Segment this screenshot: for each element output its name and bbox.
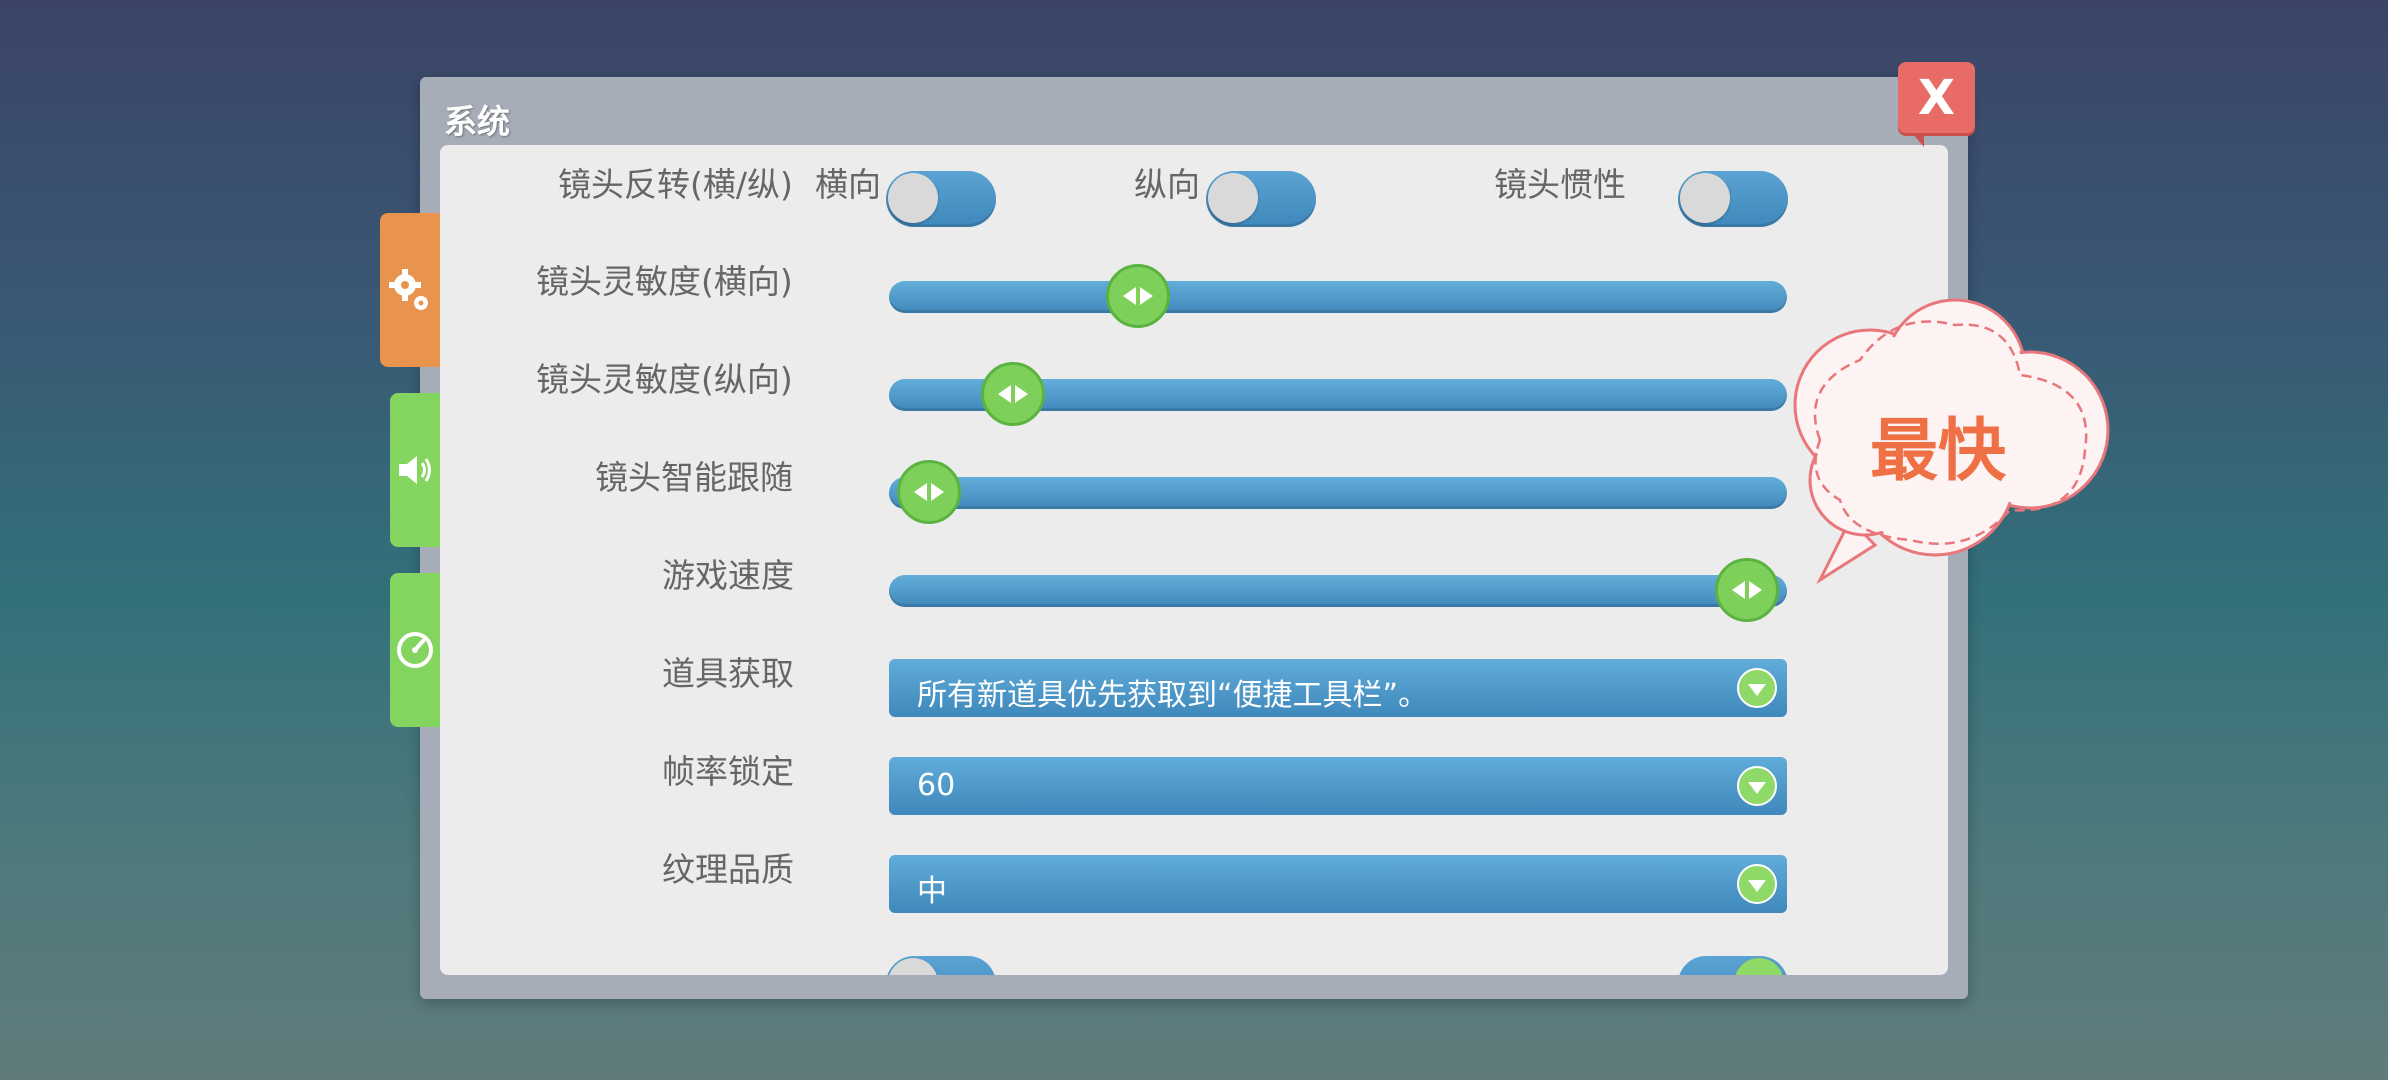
horizontal-invert-label: 横向 xyxy=(815,165,881,204)
close-button[interactable]: X xyxy=(1898,62,1975,147)
smart-follow-slider[interactable] xyxy=(889,460,1787,524)
gauge-icon xyxy=(397,632,433,668)
tab-general[interactable] xyxy=(380,213,440,367)
texture-value: 中 xyxy=(917,874,947,909)
tab-performance[interactable] xyxy=(390,573,440,727)
panel-title: 系统 xyxy=(444,102,510,141)
gears-icon xyxy=(389,269,428,310)
next-row-toggle-left[interactable] xyxy=(886,956,996,975)
tab-sound[interactable] xyxy=(390,393,440,547)
slider-thumb[interactable] xyxy=(980,362,1045,426)
toggle-knob xyxy=(1680,173,1730,223)
sens-v-label: 镜头灵敏度(纵向) xyxy=(536,360,793,399)
vertical-invert-toggle[interactable] xyxy=(1206,171,1316,227)
game-speed-label: 游戏速度 xyxy=(662,556,794,595)
camera-inertia-label: 镜头惯性 xyxy=(1494,165,1626,204)
texture-label: 纹理品质 xyxy=(662,850,794,889)
sens-h-slider[interactable] xyxy=(889,264,1787,328)
item-pickup-value: 所有新道具优先获取到“便捷工具栏”。 xyxy=(917,678,1429,713)
sens-v-slider[interactable] xyxy=(889,362,1787,426)
toggle-knob xyxy=(1734,958,1784,975)
vertical-invert-label: 纵向 xyxy=(1134,165,1200,204)
slider-thumb[interactable] xyxy=(1105,264,1170,328)
chevron-down-icon[interactable] xyxy=(1737,668,1777,708)
slider-thumb[interactable] xyxy=(1714,558,1779,622)
speaker-icon xyxy=(399,456,431,484)
next-row-toggle-right[interactable] xyxy=(1678,956,1788,975)
game-speed-slider[interactable] xyxy=(889,558,1787,622)
smart-follow-label: 镜头智能跟随 xyxy=(595,458,793,497)
item-pickup-label: 道具获取 xyxy=(662,654,794,693)
chevron-down-icon[interactable] xyxy=(1737,864,1777,904)
camera-inertia-toggle[interactable] xyxy=(1678,171,1788,227)
close-icon: X xyxy=(1917,69,1955,126)
settings-panel: 系统 镜头反转(横/纵) 横向 纵向 镜头惯性 镜头灵敏度(横向) 镜头灵敏度(… xyxy=(420,77,1968,999)
sens-h-label: 镜头灵敏度(横向) xyxy=(536,262,793,301)
toggle-knob xyxy=(888,173,938,223)
slider-thumb[interactable] xyxy=(897,460,962,524)
horizontal-invert-toggle[interactable] xyxy=(886,171,996,227)
item-pickup-select[interactable]: 所有新道具优先获取到“便捷工具栏”。 xyxy=(889,659,1787,717)
fps-lock-value: 60 xyxy=(917,768,956,803)
chevron-down-icon[interactable] xyxy=(1737,766,1777,806)
tooltip-text: 最快 xyxy=(1870,412,2007,491)
toggle-knob xyxy=(888,958,938,975)
texture-select[interactable]: 中 xyxy=(889,855,1787,913)
settings-content: 镜头反转(横/纵) 横向 纵向 镜头惯性 镜头灵敏度(横向) 镜头灵敏度(纵向)… xyxy=(440,145,1948,975)
fps-lock-select[interactable]: 60 xyxy=(889,757,1787,815)
camera-invert-label: 镜头反转(横/纵) xyxy=(558,165,793,204)
toggle-knob xyxy=(1208,173,1258,223)
fps-lock-label: 帧率锁定 xyxy=(662,752,794,791)
